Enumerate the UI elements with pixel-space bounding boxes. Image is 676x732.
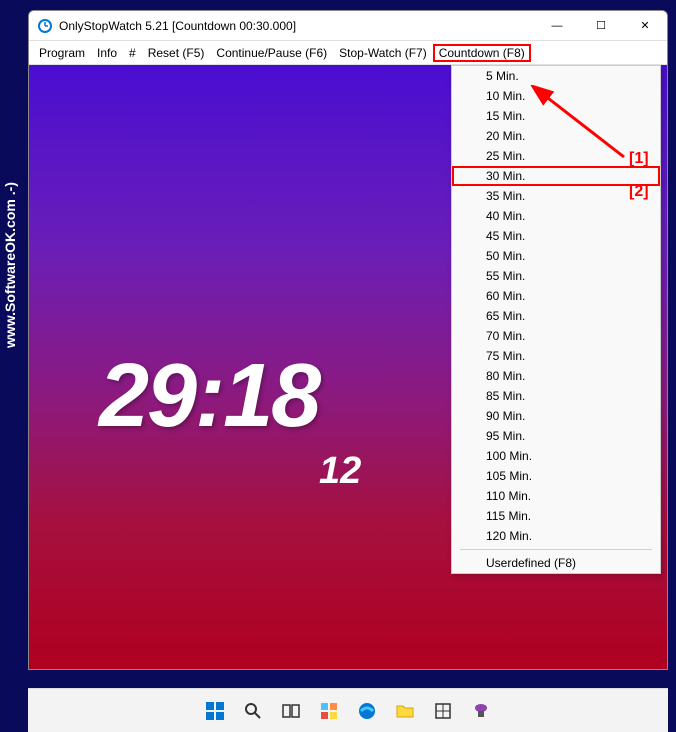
- menu-countdown[interactable]: Countdown (F8): [433, 44, 531, 62]
- dropdown-item-75min[interactable]: 75 Min.: [452, 346, 660, 366]
- menu-reset[interactable]: Reset (F5): [142, 44, 211, 62]
- widgets-icon[interactable]: [314, 696, 344, 726]
- dropdown-item-65min[interactable]: 65 Min.: [452, 306, 660, 326]
- dropdown-item-userdefined[interactable]: Userdefined (F8): [452, 553, 660, 573]
- window-title: OnlyStopWatch 5.21 [Countdown 00:30.000]: [59, 19, 535, 33]
- menu-program[interactable]: Program: [33, 44, 91, 62]
- maximize-button[interactable]: ☐: [579, 11, 623, 41]
- dropdown-item-95min[interactable]: 95 Min.: [452, 426, 660, 446]
- titlebar: OnlyStopWatch 5.21 [Countdown 00:30.000]…: [29, 11, 667, 41]
- dropdown-item-5min[interactable]: 5 Min.: [452, 66, 660, 86]
- edge-icon[interactable]: [352, 696, 382, 726]
- menu-continue-pause[interactable]: Continue/Pause (F6): [210, 44, 333, 62]
- menubar: Program Info # Reset (F5) Continue/Pause…: [29, 41, 667, 65]
- dropdown-item-85min[interactable]: 85 Min.: [452, 386, 660, 406]
- timer-display-sub: 12: [319, 450, 361, 493]
- dropdown-item-120min[interactable]: 120 Min.: [452, 526, 660, 546]
- dropdown-item-105min[interactable]: 105 Min.: [452, 466, 660, 486]
- window-controls: — ☐ ✕: [535, 11, 667, 41]
- watermark-text: www.SoftwareOK.com .-): [2, 182, 18, 348]
- close-button[interactable]: ✕: [623, 11, 667, 41]
- dropdown-item-50min[interactable]: 50 Min.: [452, 246, 660, 266]
- app-window: OnlyStopWatch 5.21 [Countdown 00:30.000]…: [28, 10, 668, 670]
- app-icon-2[interactable]: [466, 696, 496, 726]
- search-icon[interactable]: [238, 696, 268, 726]
- menu-info[interactable]: Info: [91, 44, 123, 62]
- dropdown-item-90min[interactable]: 90 Min.: [452, 406, 660, 426]
- dropdown-item-110min[interactable]: 110 Min.: [452, 486, 660, 506]
- taskbar: [28, 688, 668, 732]
- menu-hash[interactable]: #: [123, 44, 142, 62]
- dropdown-item-80min[interactable]: 80 Min.: [452, 366, 660, 386]
- app-icon: [37, 18, 53, 34]
- start-icon[interactable]: [200, 696, 230, 726]
- dropdown-item-115min[interactable]: 115 Min.: [452, 506, 660, 526]
- app-icon-1[interactable]: [428, 696, 458, 726]
- annotation-arrow-icon: [519, 85, 639, 175]
- dropdown-item-60min[interactable]: 60 Min.: [452, 286, 660, 306]
- dropdown-item-55min[interactable]: 55 Min.: [452, 266, 660, 286]
- menu-stop-watch[interactable]: Stop-Watch (F7): [333, 44, 433, 62]
- content-area: 29:18 12 5 Min. 10 Min. 15 Min. 20 Min. …: [29, 65, 667, 669]
- dropdown-item-40min[interactable]: 40 Min.: [452, 206, 660, 226]
- dropdown-item-70min[interactable]: 70 Min.: [452, 326, 660, 346]
- explorer-icon[interactable]: [390, 696, 420, 726]
- taskview-icon[interactable]: [276, 696, 306, 726]
- dropdown-item-45min[interactable]: 45 Min.: [452, 226, 660, 246]
- minimize-button[interactable]: —: [535, 11, 579, 41]
- dropdown-separator: [460, 549, 652, 550]
- annotation-label-1: [1]: [629, 150, 649, 168]
- dropdown-item-100min[interactable]: 100 Min.: [452, 446, 660, 466]
- timer-display-main: 29:18: [99, 345, 319, 448]
- annotation-label-2: [2]: [629, 183, 649, 201]
